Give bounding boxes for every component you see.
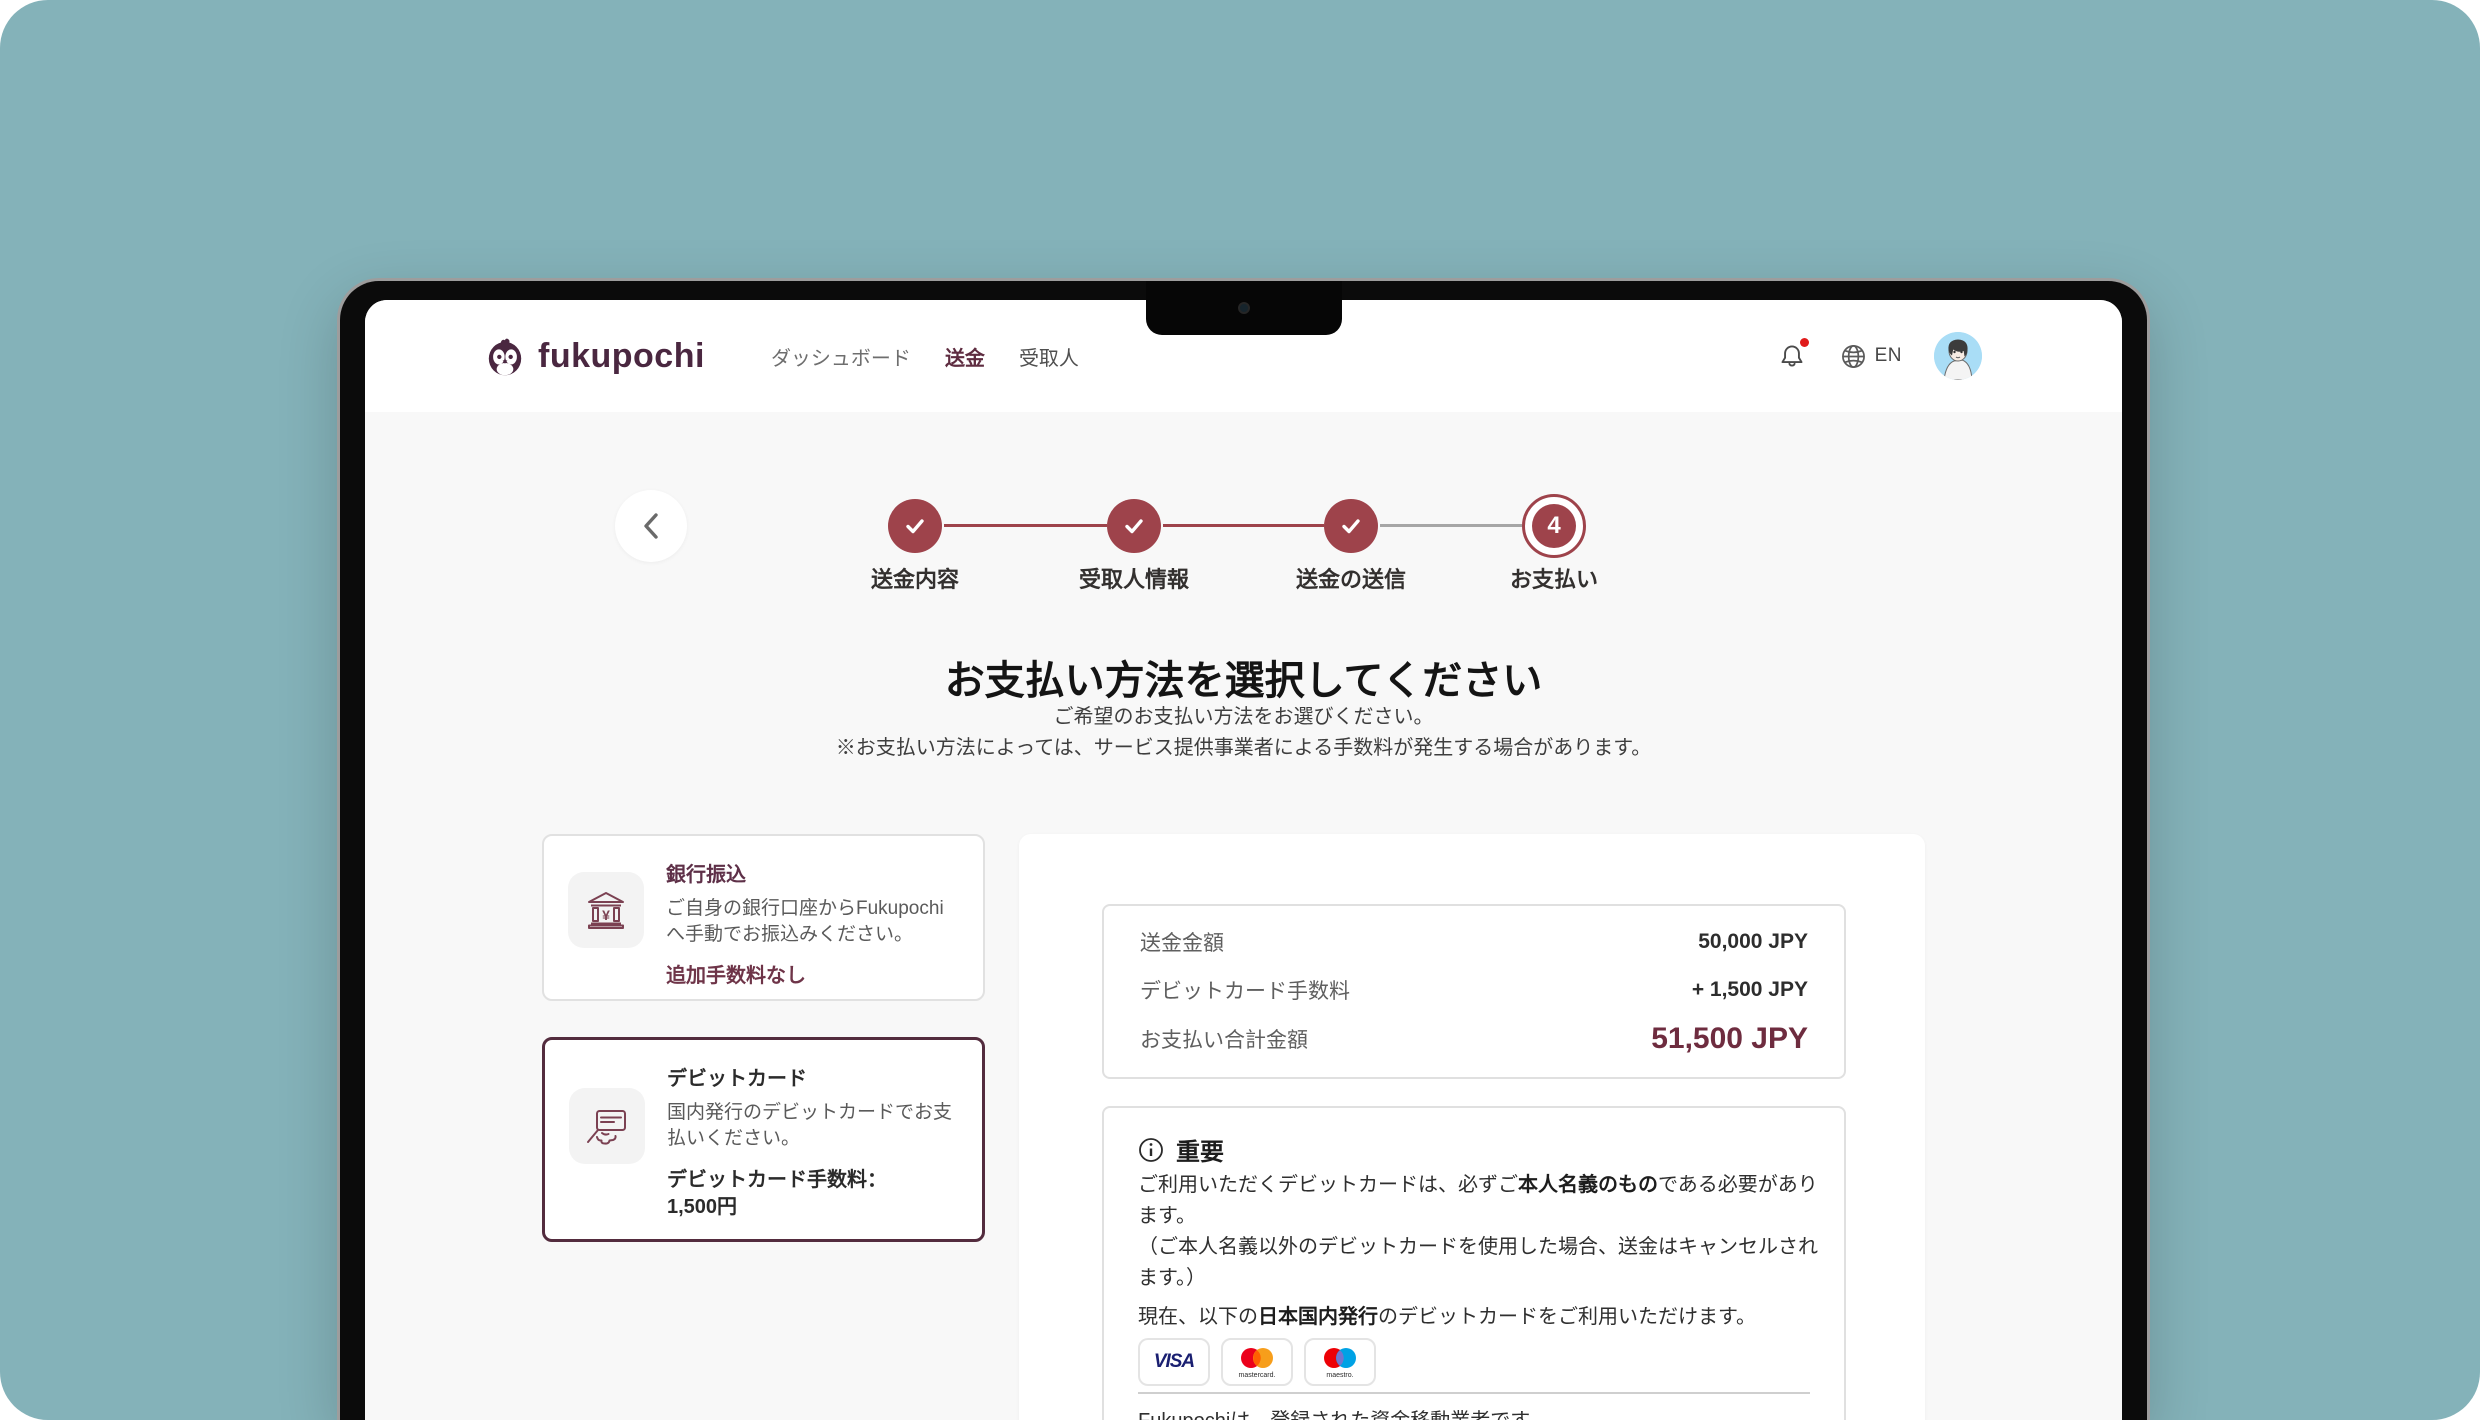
step-4-number: 4: [1532, 504, 1576, 548]
bank-desc-line1: ご自身の銀行口座からFukupochi: [666, 896, 944, 922]
debit-fee-line1: デビットカード手数料：: [667, 1167, 952, 1194]
step-4-label: お支払い: [1454, 562, 1654, 594]
important-header: 重要: [1138, 1132, 1224, 1167]
p1-line2: （ご本人名義以外のデビットカードを使用した場合、送金はキャンセルされます。）: [1138, 1236, 1818, 1289]
summary-row-fee: デビットカード手数料 + 1,500 JPY: [1140, 975, 1808, 1005]
summary-label: お支払い合計金額: [1140, 1024, 1308, 1054]
nav-item-transfer[interactable]: 送金: [943, 336, 987, 377]
debit-icon-tile: [569, 1088, 645, 1164]
step-2-done: [1107, 499, 1161, 553]
payment-detail-panel: 送金金額 50,000 JPY デビットカード手数料 + 1,500 JPY お…: [1019, 834, 1925, 1420]
notifications-button[interactable]: [1779, 342, 1805, 370]
step-3-done: [1324, 499, 1378, 553]
language-switcher[interactable]: EN: [1841, 344, 1902, 369]
chevron-left-icon: [640, 511, 662, 541]
step-connector-2: [1163, 524, 1324, 527]
step-1-done: [888, 499, 942, 553]
p2-pre: 現在、以下の: [1138, 1306, 1258, 1328]
nav-item-dashboard[interactable]: ダッシュボード: [769, 336, 913, 377]
summary-row-total: お支払い合計金額 51,500 JPY: [1140, 1022, 1808, 1056]
summary-value: + 1,500 JPY: [1692, 978, 1808, 1002]
svg-text:¥: ¥: [602, 907, 610, 923]
debit-desc-line2: 払いください。: [667, 1126, 952, 1152]
maestro-label: maestro.: [1326, 1372, 1353, 1379]
visa-wordmark: VISA: [1154, 1351, 1194, 1373]
bank-icon: ¥: [583, 887, 629, 933]
page-subtitle-line2: ※お支払い方法によっては、サービス提供事業者による手数料が発生する場合があります…: [365, 733, 2122, 764]
laptop-frame: fukupochi ダッシュボード 送金 受取人: [337, 278, 2150, 1420]
divider: [1138, 1392, 1810, 1394]
penguin-logo-icon: [484, 335, 526, 377]
important-notice: 重要 ご利用いただくデビットカードは、必ずご本人名義のものである必要があります。…: [1102, 1106, 1846, 1420]
card-in-hand-icon: [583, 1104, 631, 1148]
globe-icon: [1841, 344, 1866, 369]
debit-option-description: 国内発行のデビットカードでお支 払いください。: [667, 1100, 952, 1152]
bank-icon-tile: ¥: [568, 872, 644, 948]
check-icon: [1121, 513, 1147, 539]
important-paragraph-1: ご利用いただくデビットカードは、必ずご本人名義のものである必要があります。（ご本…: [1138, 1170, 1818, 1294]
payment-option-bank-transfer[interactable]: ¥ 銀行振込 ご自身の銀行口座からFukupochi へ手動でお振込みください。…: [542, 834, 985, 1001]
bank-option-title: 銀行振込: [666, 858, 944, 887]
language-code: EN: [1875, 345, 1902, 367]
laptop-screen: fukupochi ダッシュボード 送金 受取人: [365, 300, 2122, 1420]
page-title: お支払い方法を選択してください: [365, 648, 2122, 706]
summary-row-amount: 送金金額 50,000 JPY: [1140, 927, 1808, 957]
user-avatar[interactable]: [1934, 332, 1982, 380]
debit-option-fee: デビットカード手数料： 1,500円: [667, 1167, 952, 1221]
header-actions: EN: [1779, 332, 1982, 380]
check-icon: [902, 513, 928, 539]
bank-option-fee: 追加手数料なし: [666, 963, 944, 990]
maestro-logo: maestro.: [1304, 1338, 1376, 1386]
page-background: fukupochi ダッシュボード 送金 受取人: [0, 0, 2480, 1420]
info-icon: [1138, 1137, 1164, 1163]
page-content: 4 送金内容 受取人情報 送金の送信 お支払い お支払い方法を選択してください …: [365, 412, 2122, 1420]
mastercard-label: mastercard.: [1239, 1372, 1276, 1379]
p1-pre: ご利用いただくデビットカードは、必ずご: [1138, 1174, 1518, 1196]
step-2-label: 受取人情報: [1034, 562, 1234, 594]
notification-badge: [1800, 338, 1809, 347]
step-connector-1: [944, 524, 1107, 527]
page-subtitle-line1: ご希望のお支払い方法をお選びください。: [365, 702, 2122, 733]
summary-total-value: 51,500 JPY: [1651, 1022, 1808, 1056]
laptop-camera: [1238, 302, 1250, 314]
bank-option-description: ご自身の銀行口座からFukupochi へ手動でお振込みください。: [666, 896, 944, 948]
debit-fee-line2: 1,500円: [667, 1194, 952, 1221]
debit-option-title: デビットカード: [667, 1062, 952, 1091]
summary-value: 50,000 JPY: [1698, 930, 1808, 954]
bell-icon: [1779, 342, 1805, 370]
payment-option-debit-card[interactable]: デビットカード 国内発行のデビットカードでお支 払いください。 デビットカード手…: [542, 1037, 985, 1242]
important-title: 重要: [1176, 1132, 1224, 1167]
summary-label: デビットカード手数料: [1140, 975, 1350, 1005]
p2-bold: 日本国内発行: [1258, 1306, 1378, 1328]
bank-desc-line2: へ手動でお振込みください。: [666, 922, 944, 948]
important-paragraph-2: 現在、以下の日本国内発行のデビットカードをご利用いただけます。: [1138, 1302, 1818, 1333]
p1-bold: 本人名義のもの: [1518, 1174, 1658, 1196]
step-connector-3: [1380, 524, 1522, 527]
step-1-label: 送金内容: [815, 562, 1015, 594]
nav-item-recipients[interactable]: 受取人: [1017, 336, 1081, 377]
main-nav: ダッシュボード 送金 受取人: [769, 336, 1081, 377]
step-3-label: 送金の送信: [1251, 562, 1451, 594]
debit-option-body: デビットカード 国内発行のデビットカードでお支 払いください。 デビットカード手…: [667, 1060, 952, 1219]
step-4-current: 4: [1522, 494, 1586, 558]
bank-option-body: 銀行振込 ご自身の銀行口座からFukupochi へ手動でお振込みください。 追…: [666, 856, 944, 979]
mastercard-logo: mastercard.: [1221, 1338, 1293, 1386]
brand-name: fukupochi: [538, 337, 705, 376]
visa-logo: VISA: [1138, 1338, 1210, 1386]
page-subtitle: ご希望のお支払い方法をお選びください。 ※お支払い方法によっては、サービス提供事…: [365, 702, 2122, 764]
brand-logo[interactable]: fukupochi: [484, 335, 705, 377]
debit-desc-line1: 国内発行のデビットカードでお支: [667, 1100, 952, 1126]
p2-post: のデビットカードをご利用いただけます。: [1378, 1306, 1756, 1328]
accepted-card-brands: VISA mastercard.: [1138, 1338, 1376, 1386]
license-footnote: Fukupochiは、登録された資金移動業者です。: [1138, 1404, 1548, 1420]
laptop-notch: [1146, 281, 1342, 335]
summary-label: 送金金額: [1140, 927, 1224, 957]
back-button[interactable]: [615, 490, 687, 562]
check-icon: [1338, 513, 1364, 539]
amount-summary: 送金金額 50,000 JPY デビットカード手数料 + 1,500 JPY お…: [1102, 904, 1846, 1079]
